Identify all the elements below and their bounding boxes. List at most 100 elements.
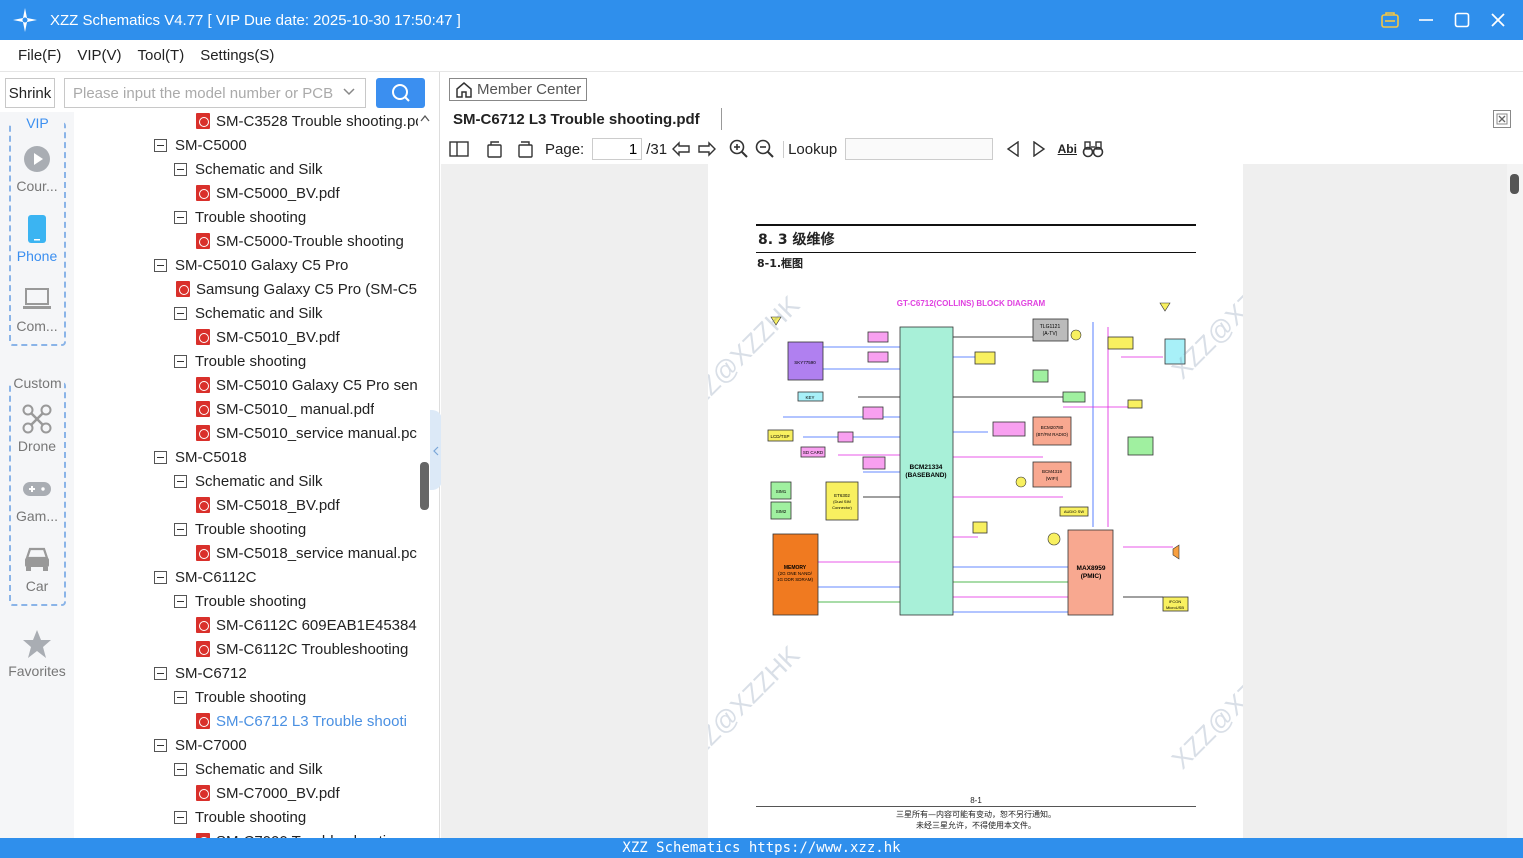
search-input[interactable]: [64, 78, 366, 108]
sidebar-item-car[interactable]: Car: [0, 544, 74, 594]
pdf-file-icon: [196, 545, 210, 561]
svg-text:SIM1: SIM1: [776, 489, 787, 494]
tree-folder-item[interactable]: SM-C6112C: [154, 565, 418, 589]
tree-folder-item[interactable]: Trouble shooting: [174, 517, 418, 541]
tree-pdf-item[interactable]: SM-C3528 Trouble shooting.pdf: [196, 112, 418, 133]
sidebar-toggle-icon[interactable]: [447, 137, 471, 161]
tree-pdf-item[interactable]: SM-C5010_BV.pdf: [196, 325, 418, 349]
scroll-up-icon[interactable]: [420, 114, 430, 122]
zoom-out-icon[interactable]: [753, 137, 777, 161]
tree-folder-item[interactable]: Schematic and Silk: [174, 301, 418, 325]
tree-folder-item[interactable]: SM-C7000: [154, 733, 418, 757]
sidebar-item-drone[interactable]: Drone: [0, 404, 74, 454]
vip-card-icon[interactable]: [1379, 9, 1401, 31]
svg-text:SKY77590: SKY77590: [794, 360, 816, 365]
maximize-icon[interactable]: [1451, 9, 1473, 31]
tree-pdf-item[interactable]: SM-C6112C 609EAB1E45384: [196, 613, 418, 637]
collapse-toggle-icon[interactable]: [174, 690, 187, 704]
sidebar-item-game[interactable]: Gam...: [0, 474, 74, 524]
svg-text:(WIFI): (WIFI): [1046, 476, 1059, 481]
collapse-toggle-icon[interactable]: [174, 474, 187, 488]
shrink-button[interactable]: Shrink: [5, 78, 55, 108]
tree-folder-item[interactable]: Trouble shooting: [174, 349, 418, 373]
tree-item-label: Trouble shooting: [195, 520, 307, 538]
search-row: Shrink: [4, 78, 434, 108]
tree-folder-item[interactable]: Schematic and Silk: [174, 157, 418, 181]
minimize-icon[interactable]: [1415, 9, 1437, 31]
tree-pdf-item[interactable]: SM-C6712 L3 Trouble shooti: [196, 709, 418, 733]
collapse-toggle-icon[interactable]: [174, 306, 187, 320]
zoom-in-icon[interactable]: [727, 137, 751, 161]
sidebar-item-phone[interactable]: Phone: [0, 214, 74, 264]
find-next-icon[interactable]: [1027, 137, 1051, 161]
tree-scroll-thumb[interactable]: [420, 462, 429, 510]
menu-vip[interactable]: VIP(V): [77, 47, 121, 64]
collapse-toggle-icon[interactable]: [154, 258, 167, 272]
tree-pdf-item[interactable]: SM-C5010_ manual.pdf: [196, 397, 418, 421]
member-center-button[interactable]: Member Center: [449, 78, 587, 101]
tree-folder-item[interactable]: Schematic and Silk: [174, 757, 418, 781]
collapse-toggle-icon[interactable]: [174, 762, 187, 776]
svg-text:BCM21334: BCM21334: [910, 464, 943, 471]
tree-pdf-item[interactable]: SM-C5018_BV.pdf: [196, 493, 418, 517]
rotate-left-icon[interactable]: [483, 137, 507, 161]
tree-folder-item[interactable]: SM-C5010 Galaxy C5 Pro: [154, 253, 418, 277]
collapse-toggle-icon[interactable]: [174, 210, 187, 224]
collapse-toggle-icon[interactable]: [154, 450, 167, 464]
sidebar-item-computer[interactable]: Com...: [0, 284, 74, 334]
tree-pdf-item[interactable]: SM-C7000_BV.pdf: [196, 781, 418, 805]
tree-folder-item[interactable]: Trouble shooting: [174, 805, 418, 829]
tree-folder-item[interactable]: SM-C5000: [154, 133, 418, 157]
chevron-down-icon[interactable]: [342, 85, 356, 99]
tree-pdf-item[interactable]: SM-C5010_service manual.pc: [196, 421, 418, 445]
sidebar-item-favorites[interactable]: Favorites: [0, 629, 74, 679]
next-page-icon[interactable]: [695, 137, 719, 161]
lookup-input[interactable]: [845, 138, 994, 160]
find-prev-icon[interactable]: [1001, 137, 1025, 161]
tree-folder-item[interactable]: Schematic and Silk: [174, 469, 418, 493]
tree-item-label: SM-C6112C: [175, 568, 257, 586]
sidebar-item-course[interactable]: Cour...: [0, 144, 74, 194]
collapse-toggle-icon[interactable]: [174, 594, 187, 608]
tree-item-label: Samsung Galaxy C5 Pro (SM-C5: [196, 280, 417, 298]
collapse-toggle-icon[interactable]: [154, 138, 167, 152]
pdf-viewer[interactable]: 8. 3 级维修 8-1.框图 GT-C6712(COLLINS) BLOCK …: [441, 162, 1523, 838]
menu-file[interactable]: File(F): [18, 47, 61, 64]
tree-folder-item[interactable]: Trouble shooting: [174, 589, 418, 613]
tree-pdf-item[interactable]: SM-C5018_service manual.pc: [196, 541, 418, 565]
tree-pdf-item[interactable]: SM-C5000_BV.pdf: [196, 181, 418, 205]
tab-document[interactable]: SM-C6712 L3 Trouble shooting.pdf: [453, 106, 700, 132]
tree-pdf-item[interactable]: Samsung Galaxy C5 Pro (SM-C5: [176, 277, 418, 301]
tree-folder-item[interactable]: SM-C6712: [154, 661, 418, 685]
match-case-button[interactable]: Abi: [1055, 137, 1079, 161]
page-number-input[interactable]: [592, 138, 643, 160]
close-icon[interactable]: [1487, 9, 1509, 31]
tree-pdf-item[interactable]: SM-C5000-Trouble shooting: [196, 229, 418, 253]
menu-tool[interactable]: Tool(T): [138, 47, 185, 64]
prev-page-icon[interactable]: [669, 137, 693, 161]
viewer-scroll-thumb[interactable]: [1510, 174, 1519, 194]
pdf-file-icon: [196, 233, 210, 249]
pdf-file-icon: [196, 377, 210, 393]
close-tab-icon[interactable]: [1493, 110, 1511, 128]
collapse-toggle-icon[interactable]: [154, 666, 167, 680]
svg-text:MicroUSB: MicroUSB: [1166, 605, 1184, 610]
collapse-toggle-icon[interactable]: [174, 522, 187, 536]
collapse-toggle-icon[interactable]: [174, 354, 187, 368]
tree-pdf-item[interactable]: SM-C6112C Troubleshooting: [196, 637, 418, 661]
viewer-scrollbar[interactable]: [1507, 164, 1523, 838]
collapse-toggle-icon[interactable]: [174, 810, 187, 824]
tree-pdf-item[interactable]: SM-C7000 Trouble shooting: [196, 829, 418, 838]
tree-folder-item[interactable]: Trouble shooting: [174, 685, 418, 709]
collapse-toggle-icon[interactable]: [154, 738, 167, 752]
collapse-toggle-icon[interactable]: [174, 162, 187, 176]
tree-pdf-item[interactable]: SM-C5010 Galaxy C5 Pro sen: [196, 373, 418, 397]
collapse-toggle-icon[interactable]: [154, 570, 167, 584]
tree-folder-item[interactable]: SM-C5018: [154, 445, 418, 469]
tree-item-label: Trouble shooting: [195, 592, 307, 610]
rotate-right-icon[interactable]: [513, 137, 537, 161]
tree-folder-item[interactable]: Trouble shooting: [174, 205, 418, 229]
search-button[interactable]: [376, 78, 425, 108]
menu-settings[interactable]: Settings(S): [200, 47, 274, 64]
binoculars-icon[interactable]: [1081, 137, 1105, 161]
